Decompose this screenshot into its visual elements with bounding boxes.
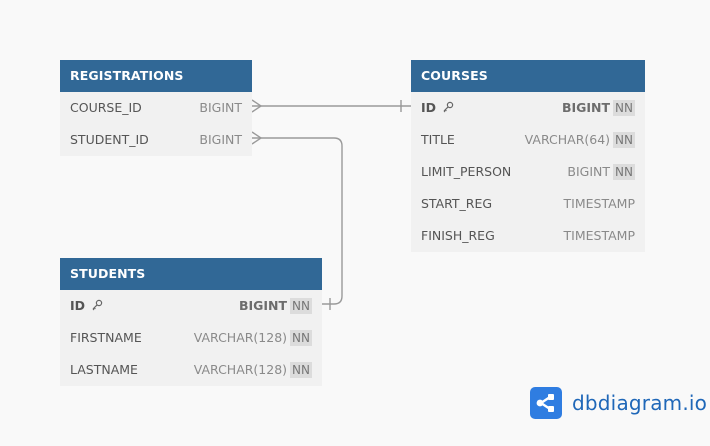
brand-name: dbdiagram.io [572, 391, 708, 415]
field-name: STUDENT_ID [70, 132, 149, 147]
field-row[interactable]: COURSE_ID BIGINT [60, 92, 252, 124]
field-row[interactable]: ID BIGINT NN [411, 92, 645, 124]
not-null-badge: NN [613, 100, 635, 116]
field-name: LIMIT_PERSON [421, 164, 512, 179]
field-type: BIGINT [199, 132, 242, 147]
table-title[interactable]: STUDENTS [60, 258, 322, 290]
field-row[interactable]: FIRSTNAME VARCHAR(128) NN [60, 322, 322, 354]
not-null-badge: NN [290, 362, 312, 378]
primary-key-icon [443, 101, 454, 113]
field-row[interactable]: STUDENT_ID BIGINT [60, 124, 252, 156]
field-type: VARCHAR(128) [193, 362, 288, 377]
field-type: VARCHAR(64) [524, 132, 611, 147]
field-type: BIGINT [567, 164, 611, 179]
field-type: TIMESTAMP [563, 196, 635, 211]
table-courses[interactable]: COURSES ID BIGINT NN TITLE VARCHAR(64) N… [411, 60, 645, 252]
field-type: TIMESTAMP [563, 228, 635, 243]
not-null-badge: NN [290, 330, 312, 346]
field-row[interactable]: TITLE VARCHAR(64) NN [411, 124, 645, 156]
field-row[interactable]: ID BIGINT NN [60, 290, 322, 322]
field-type: VARCHAR(128) [193, 330, 288, 345]
not-null-badge: NN [613, 164, 635, 180]
field-name: TITLE [421, 132, 455, 147]
relation-course-id[interactable] [251, 99, 411, 113]
field-name: ID [421, 100, 437, 115]
table-registrations[interactable]: REGISTRATIONS COURSE_ID BIGINT STUDENT_I… [60, 60, 252, 156]
dbdiagram-brand[interactable]: dbdiagram.io [530, 387, 707, 419]
not-null-badge: NN [290, 298, 312, 314]
field-name: FIRSTNAME [70, 330, 142, 345]
field-row[interactable]: START_REG TIMESTAMP [411, 188, 645, 220]
dbdiagram-logo-icon [530, 387, 562, 419]
field-type: BIGINT [561, 100, 611, 115]
table-title[interactable]: REGISTRATIONS [60, 60, 252, 92]
table-title[interactable]: COURSES [411, 60, 645, 92]
field-row[interactable]: LIMIT_PERSON BIGINT NN [411, 156, 645, 188]
field-name: LASTNAME [70, 362, 138, 377]
field-row[interactable]: LASTNAME VARCHAR(128) NN [60, 354, 322, 386]
field-type: BIGINT [238, 298, 288, 313]
share-nodes-icon [536, 394, 554, 412]
field-name: FINISH_REG [421, 228, 495, 243]
field-name: ID [70, 298, 86, 313]
field-name: COURSE_ID [70, 100, 142, 115]
table-students[interactable]: STUDENTS ID BIGINT NN FIRSTNAME VARCHAR(… [60, 258, 322, 386]
not-null-badge: NN [613, 132, 635, 148]
field-row[interactable]: FINISH_REG TIMESTAMP [411, 220, 645, 252]
field-type: BIGINT [199, 100, 242, 115]
field-name: START_REG [421, 196, 493, 211]
primary-key-icon [92, 299, 103, 311]
